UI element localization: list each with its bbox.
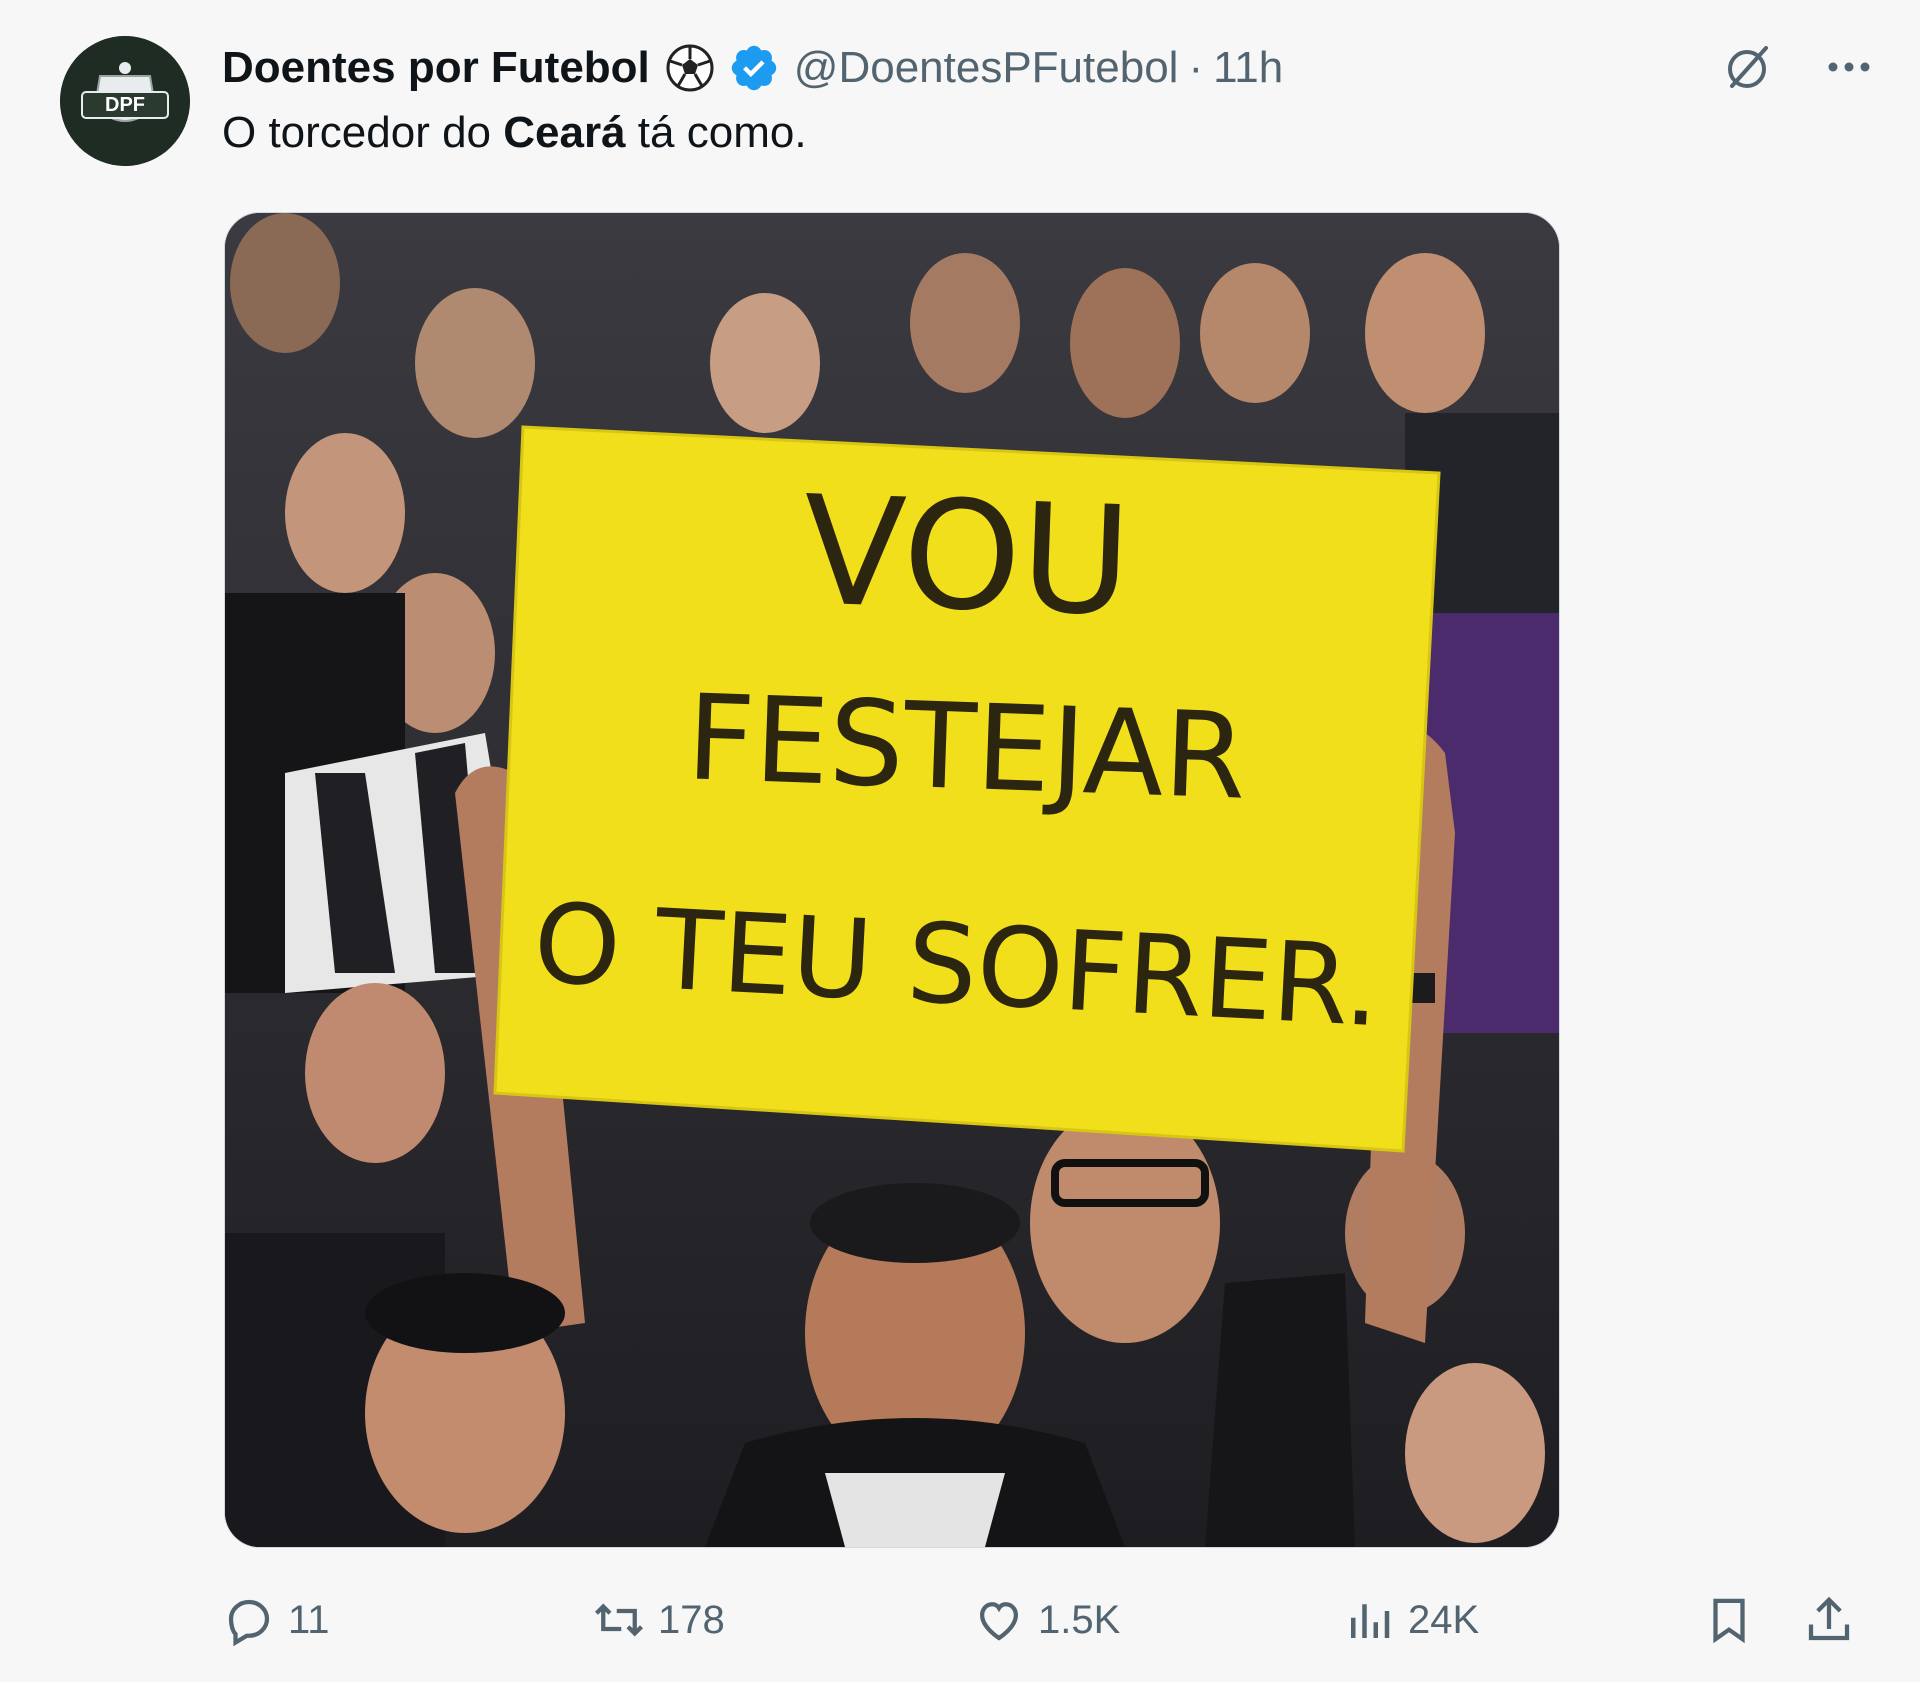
reply-count: 11 <box>288 1597 330 1642</box>
bookmark-icon <box>1702 1593 1756 1647</box>
protest-sign: VOU FESTEJAR O TEU SOFRER. <box>493 425 1441 1153</box>
analytics-icon <box>1342 1593 1396 1647</box>
tweet-text-start: O torcedor do <box>222 108 504 157</box>
like-count: 1.5K <box>1038 1597 1121 1642</box>
reply-icon <box>222 1593 276 1647</box>
views-count: 24K <box>1408 1597 1480 1642</box>
sign-line-1: VOU <box>800 464 1134 649</box>
repost-button[interactable]: 178 <box>592 1585 725 1655</box>
views-button[interactable]: 24K <box>1342 1585 1479 1655</box>
grok-icon[interactable] <box>1720 40 1774 94</box>
tweet-text: O torcedor do Ceará tá como. <box>222 108 807 158</box>
share-button[interactable] <box>1802 1585 1856 1655</box>
tweet-text-end: tá como. <box>625 108 807 157</box>
share-icon <box>1802 1593 1856 1647</box>
more-options-icon[interactable] <box>1822 40 1876 94</box>
soccer-ball-icon <box>664 42 716 94</box>
top-actions <box>1720 40 1876 94</box>
like-button[interactable]: 1.5K <box>972 1585 1120 1655</box>
tweet-card[interactable]: DPF Doentes por Futebol @DoentesPFutebol <box>8 0 1912 1682</box>
heart-icon <box>972 1593 1026 1647</box>
tweet-action-bar: 11 178 1.5K 24K <box>222 1585 1872 1655</box>
bookmark-button[interactable] <box>1702 1585 1756 1655</box>
tweet-photo[interactable]: VOU FESTEJAR O TEU SOFRER. <box>224 212 1560 1548</box>
reply-button[interactable]: 11 <box>222 1585 330 1655</box>
separator-dot: · <box>1188 43 1204 92</box>
tweet-text-bold: Ceará <box>503 108 626 157</box>
avatar[interactable]: DPF <box>60 36 190 166</box>
author-display-name[interactable]: Doentes por Futebol <box>222 43 650 93</box>
tweet-header: Doentes por Futebol @DoentesPFutebol · 1… <box>222 38 1283 98</box>
sign-line-2: FESTEJAR <box>684 668 1248 825</box>
verified-badge-icon[interactable] <box>728 42 780 94</box>
repost-count: 178 <box>658 1597 725 1642</box>
tweet-timestamp[interactable]: 11h <box>1213 43 1283 93</box>
avatar-logo-text: DPF <box>105 94 145 116</box>
author-handle[interactable]: @DoentesPFutebol <box>794 43 1179 93</box>
repost-icon <box>592 1593 646 1647</box>
